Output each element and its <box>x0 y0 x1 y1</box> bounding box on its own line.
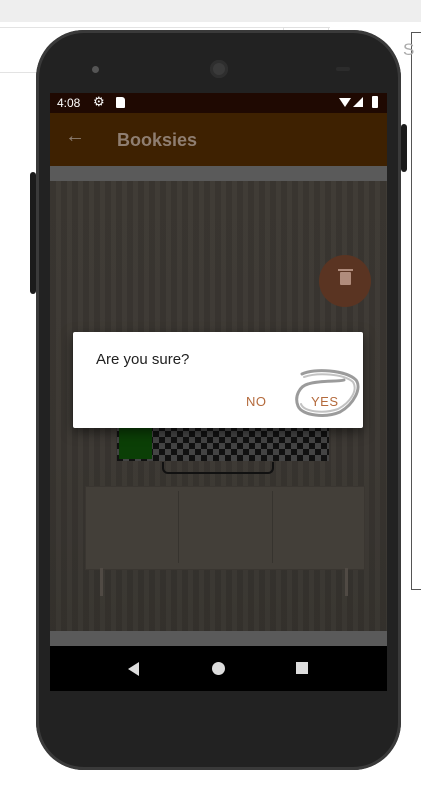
phone-camera <box>92 66 99 73</box>
nav-back-icon[interactable] <box>128 662 139 676</box>
status-bar: 4:08 ⚙ <box>50 93 387 113</box>
no-button[interactable]: NO <box>246 394 267 409</box>
photo-cabinet <box>85 486 365 570</box>
photo-cabinet-leg <box>100 568 103 596</box>
phone-speaker <box>210 60 228 78</box>
photo-tv-stand <box>162 462 274 474</box>
photo-cabinet-divider <box>178 491 179 563</box>
back-arrow-icon[interactable]: ← <box>65 125 85 148</box>
battery-icon <box>372 96 378 108</box>
confirm-dialog: Are you sure? NO YES <box>73 332 363 428</box>
gear-icon: ⚙ <box>93 94 105 109</box>
dialog-message: Are you sure? <box>96 351 190 368</box>
photo-cabinet-leg <box>345 568 348 596</box>
delete-button[interactable] <box>319 255 371 307</box>
phone-sensor <box>336 67 350 71</box>
sd-card-icon <box>116 97 125 108</box>
signal-icon <box>353 97 363 107</box>
side-panel-letter: S <box>403 40 415 59</box>
app-bar: ← Booksies <box>50 113 387 166</box>
nav-home-icon[interactable] <box>212 662 225 675</box>
nav-recents-icon[interactable] <box>296 662 308 674</box>
photo-cabinet-divider <box>272 491 273 563</box>
app-title: Booksies <box>117 130 198 150</box>
image-top-band <box>50 166 387 181</box>
side-panel <box>411 32 421 590</box>
hand-drawn-circle-annotation <box>295 369 360 417</box>
image-bottom-band <box>50 631 387 646</box>
yes-button[interactable]: YES <box>311 394 339 409</box>
photo-tv-green-block <box>119 426 152 459</box>
wifi-icon <box>339 98 351 107</box>
phone-power-button[interactable] <box>401 124 407 172</box>
browser-top-bar <box>0 0 421 22</box>
status-time: 4:08 <box>57 96 81 110</box>
trash-icon <box>338 269 353 285</box>
android-nav-bar <box>50 646 387 691</box>
